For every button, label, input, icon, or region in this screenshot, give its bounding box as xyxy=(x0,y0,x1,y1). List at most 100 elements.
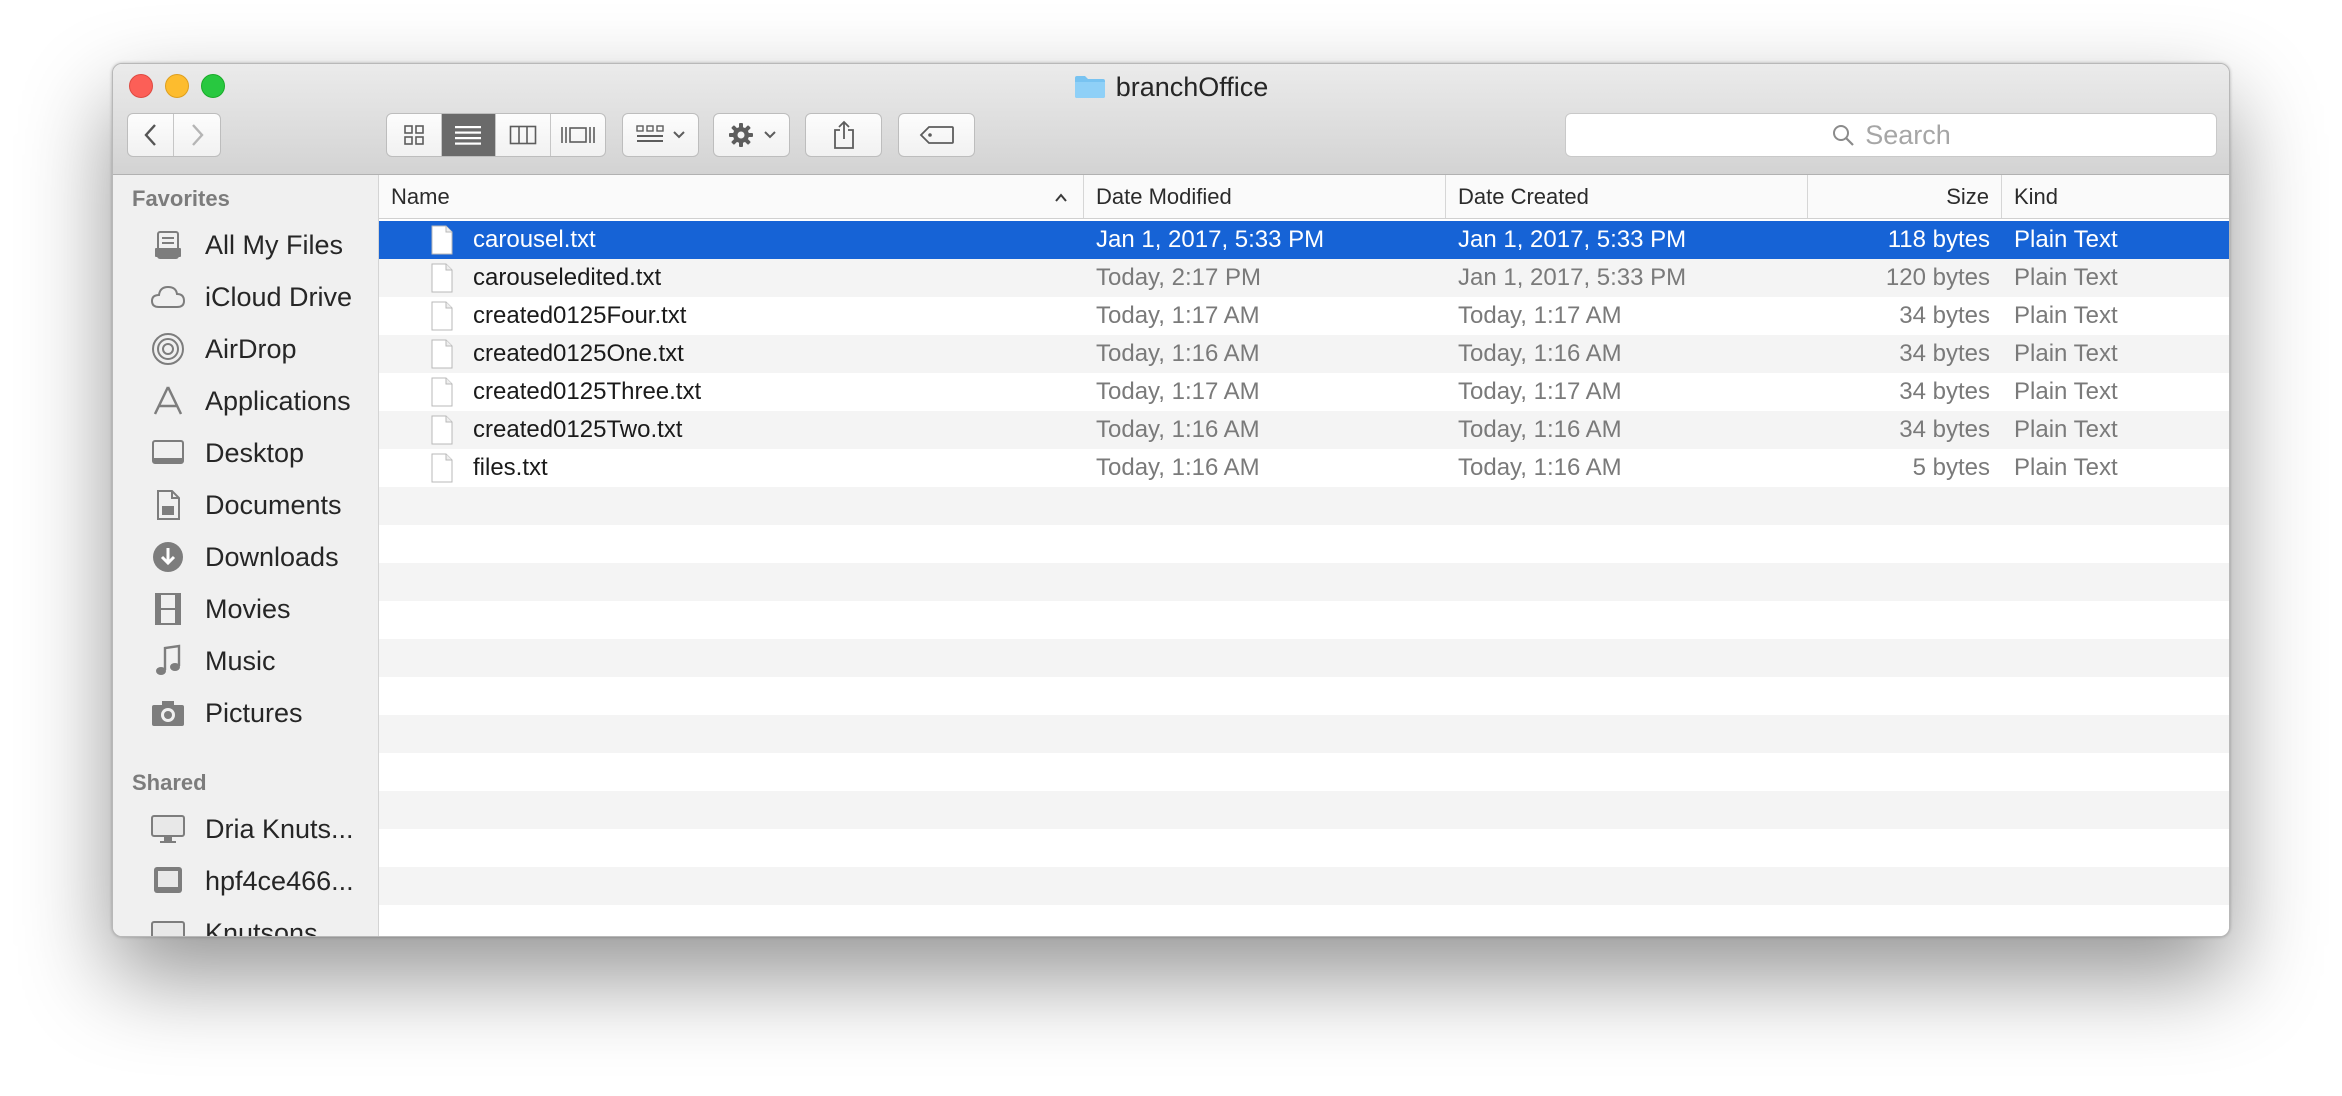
sidebar-item-label: hpf4ce466... xyxy=(205,865,354,896)
coverflow-view-button[interactable] xyxy=(551,114,606,156)
icon-view-button[interactable] xyxy=(387,114,442,156)
file-row[interactable]: created0125Three.txt Today, 1:17 AM Toda… xyxy=(379,373,2229,411)
column-header: Name Date Modified Date Created Size Kin… xyxy=(379,175,2229,219)
file-size: 34 bytes xyxy=(1899,416,1990,443)
list-view-button[interactable] xyxy=(441,114,496,156)
share-control xyxy=(805,113,882,157)
empty-row xyxy=(379,639,2229,677)
tag-button[interactable] xyxy=(899,114,974,156)
sidebar-item-pictures[interactable]: Pictures xyxy=(113,687,378,739)
magnifier-icon xyxy=(1833,125,1854,146)
camera-icon xyxy=(149,694,187,732)
sidebar-item-label: iCloud Drive xyxy=(205,281,353,312)
sidebar-item-label: Downloads xyxy=(205,541,339,572)
column-date-modified[interactable]: Date Modified xyxy=(1084,175,1446,218)
sidebar-item-shared-display[interactable]: Knutsons... xyxy=(113,907,378,936)
sidebar-item-movies[interactable]: Movies xyxy=(113,583,378,635)
back-button[interactable] xyxy=(128,114,175,156)
empty-row xyxy=(379,715,2229,753)
sidebar: Favorites All My Files iCloud Drive AirD… xyxy=(113,175,379,936)
file-date-modified: Today, 1:16 AM xyxy=(1096,454,1260,481)
column-kind[interactable]: Kind xyxy=(2002,175,2229,218)
forward-button[interactable] xyxy=(174,114,220,156)
column-size-label: Size xyxy=(1946,184,1989,209)
coverflow-view-icon xyxy=(560,127,595,143)
titlebar: branchOffice Search xyxy=(113,64,2229,175)
search-field[interactable]: Search xyxy=(1565,113,2217,157)
empty-row xyxy=(379,867,2229,905)
column-date-created[interactable]: Date Created xyxy=(1446,175,1808,218)
column-kind-label: Kind xyxy=(2014,184,2059,209)
file-row[interactable]: created0125One.txt Today, 1:16 AM Today,… xyxy=(379,335,2229,373)
file-rows: carousel.txt Jan 1, 2017, 5:33 PM Jan 1,… xyxy=(379,221,2229,936)
text-document-icon xyxy=(431,263,453,293)
column-size[interactable]: Size xyxy=(1808,175,2002,218)
sidebar-item-label: Knutsons... xyxy=(205,917,341,937)
sidebar-item-downloads[interactable]: Downloads xyxy=(113,531,378,583)
gear-icon xyxy=(728,123,753,147)
share-button[interactable] xyxy=(806,114,881,156)
file-name-cell: files.txt xyxy=(379,453,1084,483)
file-row[interactable]: carouseledited.txt Today, 2:17 PM Jan 1,… xyxy=(379,259,2229,297)
sidebar-item-label: AirDrop xyxy=(205,333,297,364)
tag-icon xyxy=(919,126,954,144)
window-title: branchOffice xyxy=(113,70,2229,104)
window-title-text: branchOffice xyxy=(1115,72,1269,102)
empty-row xyxy=(379,677,2229,715)
file-row[interactable]: created0125Four.txt Today, 1:17 AM Today… xyxy=(379,297,2229,335)
column-name[interactable]: Name xyxy=(379,175,1084,218)
file-size: 34 bytes xyxy=(1899,340,1990,367)
file-size: 118 bytes xyxy=(1887,226,1990,253)
chevron-down-icon xyxy=(763,131,776,139)
file-name: carouseledited.txt xyxy=(473,264,662,291)
file-date-created: Jan 1, 2017, 5:33 PM xyxy=(1458,226,1687,253)
file-kind: Plain Text xyxy=(2014,378,2118,405)
sidebar-item-desktop[interactable]: Desktop xyxy=(113,427,378,479)
file-row[interactable]: files.txt Today, 1:16 AM Today, 1:16 AM … xyxy=(379,449,2229,487)
column-view-button[interactable] xyxy=(496,114,551,156)
file-date-modified: Jan 1, 2017, 5:33 PM xyxy=(1096,226,1325,253)
sidebar-item-shared-printer[interactable]: hpf4ce466... xyxy=(113,855,378,907)
file-row[interactable]: carousel.txt Jan 1, 2017, 5:33 PM Jan 1,… xyxy=(379,221,2229,259)
file-row[interactable]: created0125Two.txt Today, 1:16 AM Today,… xyxy=(379,411,2229,449)
arrange-button[interactable] xyxy=(623,114,698,156)
text-document-icon xyxy=(431,415,453,445)
sidebar-item-airdrop[interactable]: AirDrop xyxy=(113,323,378,375)
empty-row xyxy=(379,563,2229,601)
file-date-created: Today, 1:16 AM xyxy=(1458,454,1622,481)
shared-header: Shared xyxy=(132,770,207,795)
text-document-icon xyxy=(431,377,453,407)
file-name: files.txt xyxy=(473,454,548,481)
column-name-label: Name xyxy=(391,184,450,209)
file-date-modified: Today, 2:17 PM xyxy=(1096,264,1261,291)
file-name-cell: created0125Three.txt xyxy=(379,377,1084,407)
file-date-created: Jan 1, 2017, 5:33 PM xyxy=(1458,264,1687,291)
sidebar-item-shared-computer[interactable]: Dria Knuts... xyxy=(113,803,378,855)
file-kind: Plain Text xyxy=(2014,454,2118,481)
file-date-modified: Today, 1:17 AM xyxy=(1096,378,1260,405)
applications-icon xyxy=(149,382,187,420)
sidebar-item-documents[interactable]: Documents xyxy=(113,479,378,531)
sidebar-item-all-my-files[interactable]: All My Files xyxy=(113,219,378,271)
sidebar-item-music[interactable]: Music xyxy=(113,635,378,687)
list-view-icon xyxy=(455,126,482,145)
file-size: 120 bytes xyxy=(1885,264,1990,291)
sidebar-item-icloud-drive[interactable]: iCloud Drive xyxy=(113,271,378,323)
arrange-control xyxy=(622,113,699,157)
file-date-modified: Today, 1:17 AM xyxy=(1096,302,1260,329)
text-document-icon xyxy=(431,453,453,483)
action-button[interactable] xyxy=(714,114,789,156)
desktop-icon xyxy=(149,434,187,472)
file-name-cell: created0125Two.txt xyxy=(379,415,1084,445)
file-kind: Plain Text xyxy=(2014,226,2118,253)
sidebar-item-applications[interactable]: Applications xyxy=(113,375,378,427)
empty-row xyxy=(379,829,2229,867)
view-mode-control xyxy=(386,113,606,157)
all-files-icon xyxy=(149,226,187,264)
empty-row xyxy=(379,905,2229,936)
sort-ascending-icon xyxy=(1055,193,1067,202)
file-date-created: Today, 1:16 AM xyxy=(1458,340,1622,367)
file-name-cell: carouseledited.txt xyxy=(379,263,1084,293)
cloud-icon xyxy=(149,278,187,316)
action-control xyxy=(713,113,790,157)
